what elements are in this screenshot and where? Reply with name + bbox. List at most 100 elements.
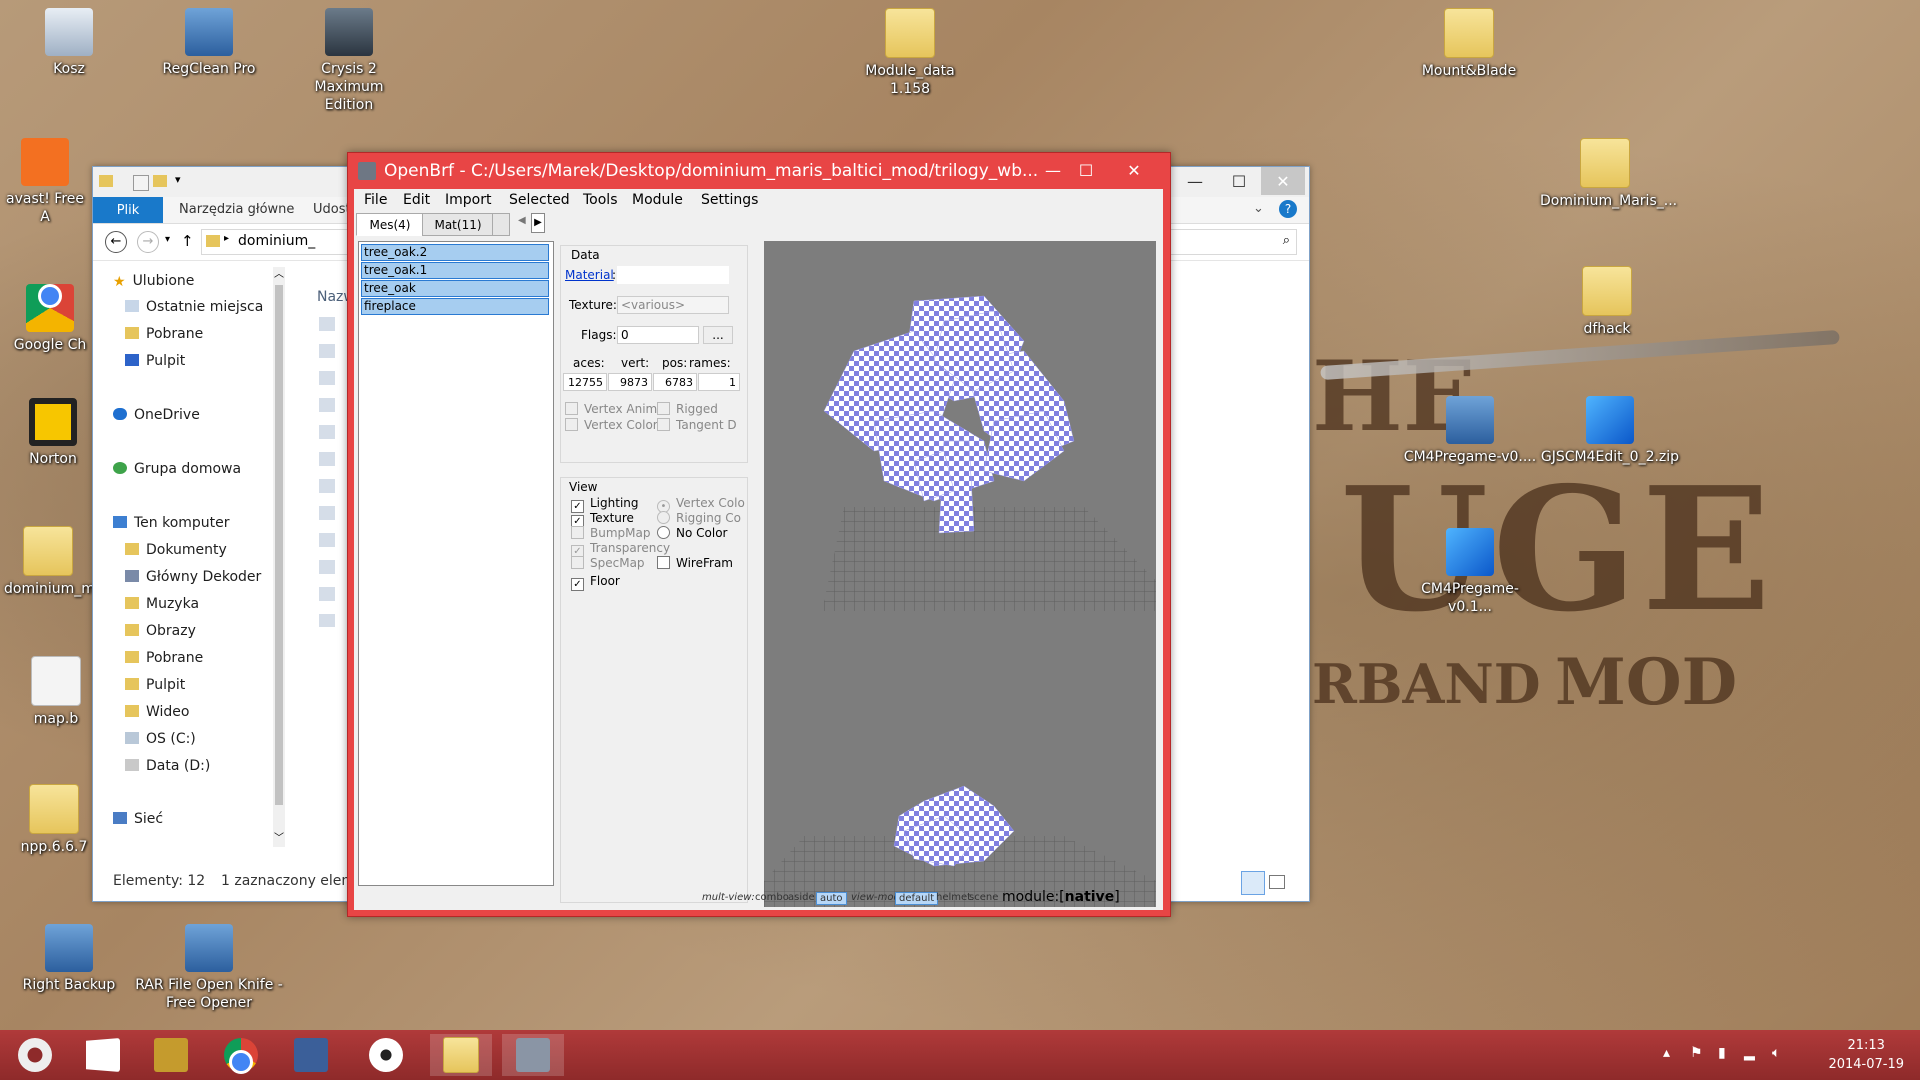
openbrf-window[interactable]: OpenBrf - C:/Users/Marek/Desktop/dominiu… (347, 152, 1171, 917)
signal-icon[interactable]: ▂ (1744, 1045, 1755, 1061)
show-hidden-icons-icon[interactable]: ▴ (1663, 1045, 1670, 1061)
taskbar-dosbox[interactable] (140, 1034, 202, 1076)
nav-favorites[interactable]: ★ Ulubione (113, 273, 194, 290)
nav-network[interactable]: Sieć (113, 811, 163, 827)
menu-settings[interactable]: Settings (701, 192, 758, 208)
nav-homegroup[interactable]: Grupa domowa (113, 461, 241, 477)
chevron-down-icon[interactable]: ▾ (175, 173, 181, 186)
nav-drive-c[interactable]: OS (C:) (125, 731, 196, 747)
mesh-list[interactable]: tree_oak.2 tree_oak.1 tree_oak fireplace (358, 241, 554, 886)
viewmode-scene-button[interactable]: scene (969, 892, 998, 903)
desktop-icon-cm4pregame-1[interactable]: CM4Pregame-v0.... (1400, 396, 1540, 466)
desktop-icon-npp[interactable]: npp.6.6.7 (16, 784, 92, 856)
ribbon-expand-icon[interactable]: ⌄ (1253, 201, 1264, 216)
history-chevron-icon[interactable]: ▾ (165, 234, 170, 245)
desktop-icon-recycle-bin[interactable]: Kosz (14, 8, 124, 78)
menu-import[interactable]: Import (445, 192, 491, 208)
properties-icon[interactable] (133, 175, 149, 191)
scroll-down-icon[interactable]: ﹀ (274, 829, 284, 844)
taskbar-football[interactable] (355, 1034, 417, 1076)
openbrf-titlebar[interactable]: OpenBrf - C:/Users/Marek/Desktop/dominiu… (348, 153, 1170, 189)
taskbar-chrome[interactable] (210, 1034, 272, 1076)
desktop-icon-chrome[interactable]: Google Ch (8, 272, 92, 354)
volume-icon[interactable]: 🔈︎ (1772, 1045, 1780, 1061)
nav-glowny[interactable]: Główny Dekoder (125, 569, 261, 585)
tab-materials[interactable]: Mat(11) (422, 213, 494, 236)
desktop-icon-crysis[interactable]: Crysis 2 Maximum Edition (294, 8, 404, 114)
texture-field[interactable]: <various> (617, 296, 729, 314)
list-item[interactable]: tree_oak.1 (361, 262, 549, 279)
scroll-up-icon[interactable]: ︿ (274, 265, 284, 280)
desktop-icon-mount-blade[interactable]: Mount&Blade (1414, 8, 1524, 80)
tab-meshes[interactable]: Mes(4) (356, 213, 424, 236)
menu-file[interactable]: File (364, 192, 387, 208)
nav-pictures[interactable]: Obrazy (125, 623, 196, 639)
nav-videos[interactable]: Wideo (125, 704, 190, 720)
tab-more[interactable] (492, 213, 510, 236)
forward-button[interactable]: → (137, 231, 159, 253)
maximize-button[interactable]: ☐ (1070, 157, 1102, 183)
large-icons-view-button[interactable] (1269, 875, 1285, 889)
nav-downloads[interactable]: Pobrane (125, 326, 203, 342)
help-icon[interactable]: ? (1279, 200, 1297, 218)
desktop-icon-dominium[interactable]: dominium_m (4, 526, 95, 598)
multiview-combo-button[interactable]: combo (755, 892, 789, 903)
desktop-icon-dominium-maris[interactable]: Dominium_Maris_... (1540, 138, 1677, 210)
desktop-icon-rar[interactable]: RAR File Open Knife - Free Opener (134, 924, 284, 1012)
list-item[interactable]: tree_oak (361, 280, 549, 297)
nav-desktop-2[interactable]: Pulpit (125, 677, 185, 693)
desktop-icon-module-data[interactable]: Module_data 1.158 (855, 8, 965, 98)
desktop-icon-map[interactable]: map.b (20, 656, 92, 728)
floor-checkbox[interactable]: ✓ Floor (571, 574, 620, 591)
back-button[interactable]: ← (105, 231, 127, 253)
taskbar-openbrf[interactable] (502, 1034, 564, 1076)
desktop-icon-dfhack[interactable]: dfhack (1552, 266, 1662, 338)
tab-scroll-left-icon[interactable]: ◀ (518, 215, 526, 226)
taskbar-app[interactable] (280, 1034, 342, 1076)
nav-scrollbar[interactable]: ︿ ﹀ (273, 267, 285, 847)
nav-documents[interactable]: Dokumenty (125, 542, 227, 558)
menu-edit[interactable]: Edit (403, 192, 430, 208)
nav-this-pc[interactable]: Ten komputer (113, 515, 230, 531)
nav-desktop[interactable]: Pulpit (125, 353, 185, 369)
menu-tools[interactable]: Tools (583, 192, 618, 208)
material-field[interactable] (617, 266, 729, 284)
viewmode-default-button[interactable]: default (895, 892, 939, 905)
ribbon-tab-share[interactable]: Udost (313, 202, 351, 217)
ribbon-tab-home[interactable]: Narzędzia główne (179, 202, 294, 217)
action-center-flag-icon[interactable]: ⚑ (1690, 1045, 1703, 1061)
desktop-icon-right-backup[interactable]: Right Backup (14, 924, 124, 994)
desktop-icon-regclean[interactable]: RegClean Pro (154, 8, 264, 78)
maximize-button[interactable]: ☐ (1217, 167, 1261, 195)
desktop-icon-norton[interactable]: Norton (14, 398, 92, 468)
menu-selected[interactable]: Selected (509, 192, 570, 208)
desktop-icon-avast[interactable]: avast! Free A (0, 138, 90, 226)
flags-field[interactable]: 0 (617, 326, 699, 344)
viewmode-helmet-button[interactable]: helmet (936, 892, 971, 903)
nav-drive-d[interactable]: Data (D:) (125, 758, 210, 774)
list-item[interactable]: tree_oak.2 (361, 244, 549, 261)
taskbar-clock[interactable]: 21:13 2014-07-19 (1828, 1036, 1904, 1074)
nav-recent[interactable]: Ostatnie miejsca (125, 299, 263, 315)
battery-icon[interactable]: ▮ (1718, 1045, 1726, 1061)
tab-scroll-right-icon[interactable]: ▶ (531, 213, 545, 233)
module-indicator[interactable]: module:[native] (1002, 889, 1120, 905)
taskbar-settings[interactable] (4, 1034, 66, 1076)
close-button[interactable]: ✕ (1118, 157, 1150, 183)
minimize-button[interactable]: — (1037, 157, 1069, 183)
desktop-icon-cm4pregame-2[interactable]: CM4Pregame-v0.1... (1400, 528, 1540, 616)
wireframe-checkbox[interactable]: WireFram (657, 556, 733, 570)
start-button[interactable] (72, 1034, 134, 1076)
3d-viewport[interactable] (764, 241, 1156, 907)
material-link[interactable]: Material (565, 268, 614, 282)
menu-module[interactable]: Module (632, 192, 683, 208)
no-color-radio[interactable]: No Color (657, 526, 727, 540)
nav-onedrive[interactable]: OneDrive (113, 407, 200, 423)
minimize-button[interactable]: — (1173, 167, 1217, 195)
multiview-auto-button[interactable]: auto (816, 892, 847, 905)
nav-music[interactable]: Muzyka (125, 596, 199, 612)
desktop-icon-gjscm4edit[interactable]: GJSCM4Edit_0_2.zip (1540, 396, 1680, 466)
flags-button[interactable]: ... (703, 326, 733, 344)
new-folder-icon[interactable] (153, 175, 167, 187)
nav-downloads-2[interactable]: Pobrane (125, 650, 203, 666)
